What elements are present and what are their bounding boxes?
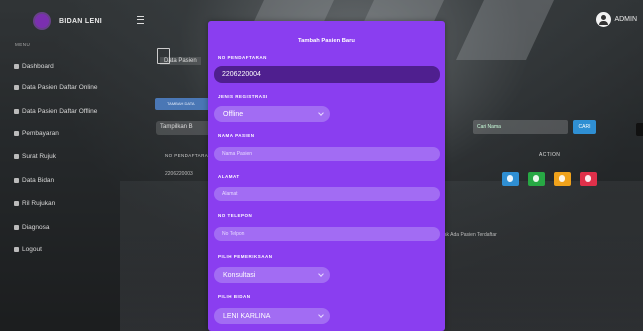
sidebar-item-label: Data Pasien Daftar Offline (22, 108, 98, 115)
dashboard-icon (14, 64, 19, 69)
sidebar-item-pembayaran[interactable]: Pembayaran (14, 130, 59, 137)
label-nama-pasien: NAMA PASIEN (218, 133, 255, 138)
sidebar-item-label: Ril Rujukan (22, 200, 56, 207)
chevron-down-icon (318, 271, 324, 277)
jenis-registrasi-value: Offline (223, 110, 244, 118)
sidebar-item-offline[interactable]: Data Pasien Daftar Offline (14, 108, 97, 115)
nama-pasien-input[interactable] (214, 147, 440, 161)
sidebar-item-dashboard[interactable]: Dashboard (14, 63, 54, 70)
sidebar-item-diagnosa[interactable]: Diagnosa (14, 224, 49, 231)
logout-icon (14, 247, 19, 252)
column-header-action: ACTION (539, 152, 561, 158)
jenis-registrasi-select[interactable]: Offline (214, 106, 330, 122)
hamburger-menu-icon[interactable] (137, 16, 144, 24)
money-icon (14, 131, 19, 136)
empty-table-message: Tidak Ada Pasien Terdaftar (437, 232, 497, 238)
chevron-down-icon (318, 312, 324, 318)
alamat-input[interactable] (214, 187, 440, 201)
info-icon (507, 175, 513, 182)
sidebar-item-label: Data Pasien Daftar Online (22, 84, 98, 91)
document-icon (14, 154, 19, 159)
user-name: ADMIN (614, 16, 637, 23)
no-pendaftaran-input[interactable] (214, 66, 440, 83)
avatar-icon (596, 12, 612, 27)
sidebar-item-label: Data Bidan (22, 177, 55, 184)
settings-tab[interactable] (636, 123, 643, 136)
sidebar-item-logout[interactable]: Logout (14, 246, 42, 253)
chevron-down-icon (318, 110, 324, 116)
sidebar-item-online[interactable]: Data Pasien Daftar Online (14, 84, 98, 91)
modal-title: Tambah Pasien Baru (298, 38, 355, 44)
delete-button[interactable] (580, 172, 597, 186)
print-icon (533, 175, 539, 182)
pilih-bidan-value: LENI KARLINA (223, 312, 271, 320)
label-pilih-pemeriksaan: PILIH PEMERIKSAAN (218, 254, 273, 259)
edit-icon (559, 175, 565, 182)
add-patient-modal: Tambah Pasien Baru NO PENDAFTARAN JENIS … (208, 21, 445, 331)
label-pilih-bidan: PILIH BIDAN (218, 294, 251, 299)
sidebar-item-ril-rujukan[interactable]: Ril Rujukan (14, 200, 55, 207)
user-menu[interactable]: ADMIN (596, 12, 637, 27)
chart-icon (14, 201, 19, 206)
user-icon (14, 178, 19, 183)
stethoscope-icon (14, 225, 19, 230)
no-telepon-input[interactable] (214, 227, 440, 241)
page-title: Data Pasien (160, 57, 201, 65)
sidebar-item-label: Dashboard (22, 63, 54, 70)
sidebar-item-label: Surat Rujuk (22, 153, 56, 160)
label-alamat: ALAMAT (218, 174, 240, 179)
column-header-registration: NO PENDAFTARAN (165, 153, 212, 158)
label-jenis-registrasi: JENIS REGISTRASI (218, 94, 268, 99)
brand[interactable]: BIDAN LENI (35, 14, 102, 28)
add-data-label: TAMBAH DATA (167, 101, 195, 106)
show-entries-select[interactable]: Tampilkan B (156, 121, 216, 135)
pilih-pemeriksaan-value: Konsultasi (223, 271, 256, 279)
logo-icon (35, 14, 49, 28)
users-icon (14, 109, 19, 114)
search-input[interactable]: Cari Nama (473, 120, 568, 134)
info-button[interactable] (502, 172, 519, 186)
pilih-bidan-select[interactable]: LENI KARLINA (214, 308, 330, 324)
add-data-button[interactable]: TAMBAH DATA (155, 98, 215, 110)
sidebar-item-data-bidan[interactable]: Data Bidan (14, 177, 54, 184)
edit-button[interactable] (554, 172, 571, 186)
brand-name: BIDAN LENI (59, 17, 103, 25)
delete-icon (585, 175, 591, 182)
label-no-pendaftaran: NO PENDAFTARAN (218, 55, 267, 60)
sidebar-item-label: Diagnosa (22, 224, 50, 231)
pilih-pemeriksaan-select[interactable]: Konsultasi (214, 267, 330, 283)
sidebar: MENU Dashboard Data Pasien Daftar Online… (0, 38, 128, 331)
sidebar-item-label: Logout (22, 246, 42, 253)
table-cell-registration: 2206220003 (165, 171, 193, 177)
print-button[interactable] (528, 172, 545, 186)
sidebar-item-label: Pembayaran (22, 130, 59, 137)
search-button[interactable]: CARI (573, 120, 596, 134)
users-icon (14, 85, 19, 90)
sidebar-item-surat-rujuk[interactable]: Surat Rujuk (14, 153, 56, 160)
menu-header: MENU (15, 42, 31, 47)
label-no-telepon: NO TELEPON (218, 213, 253, 218)
